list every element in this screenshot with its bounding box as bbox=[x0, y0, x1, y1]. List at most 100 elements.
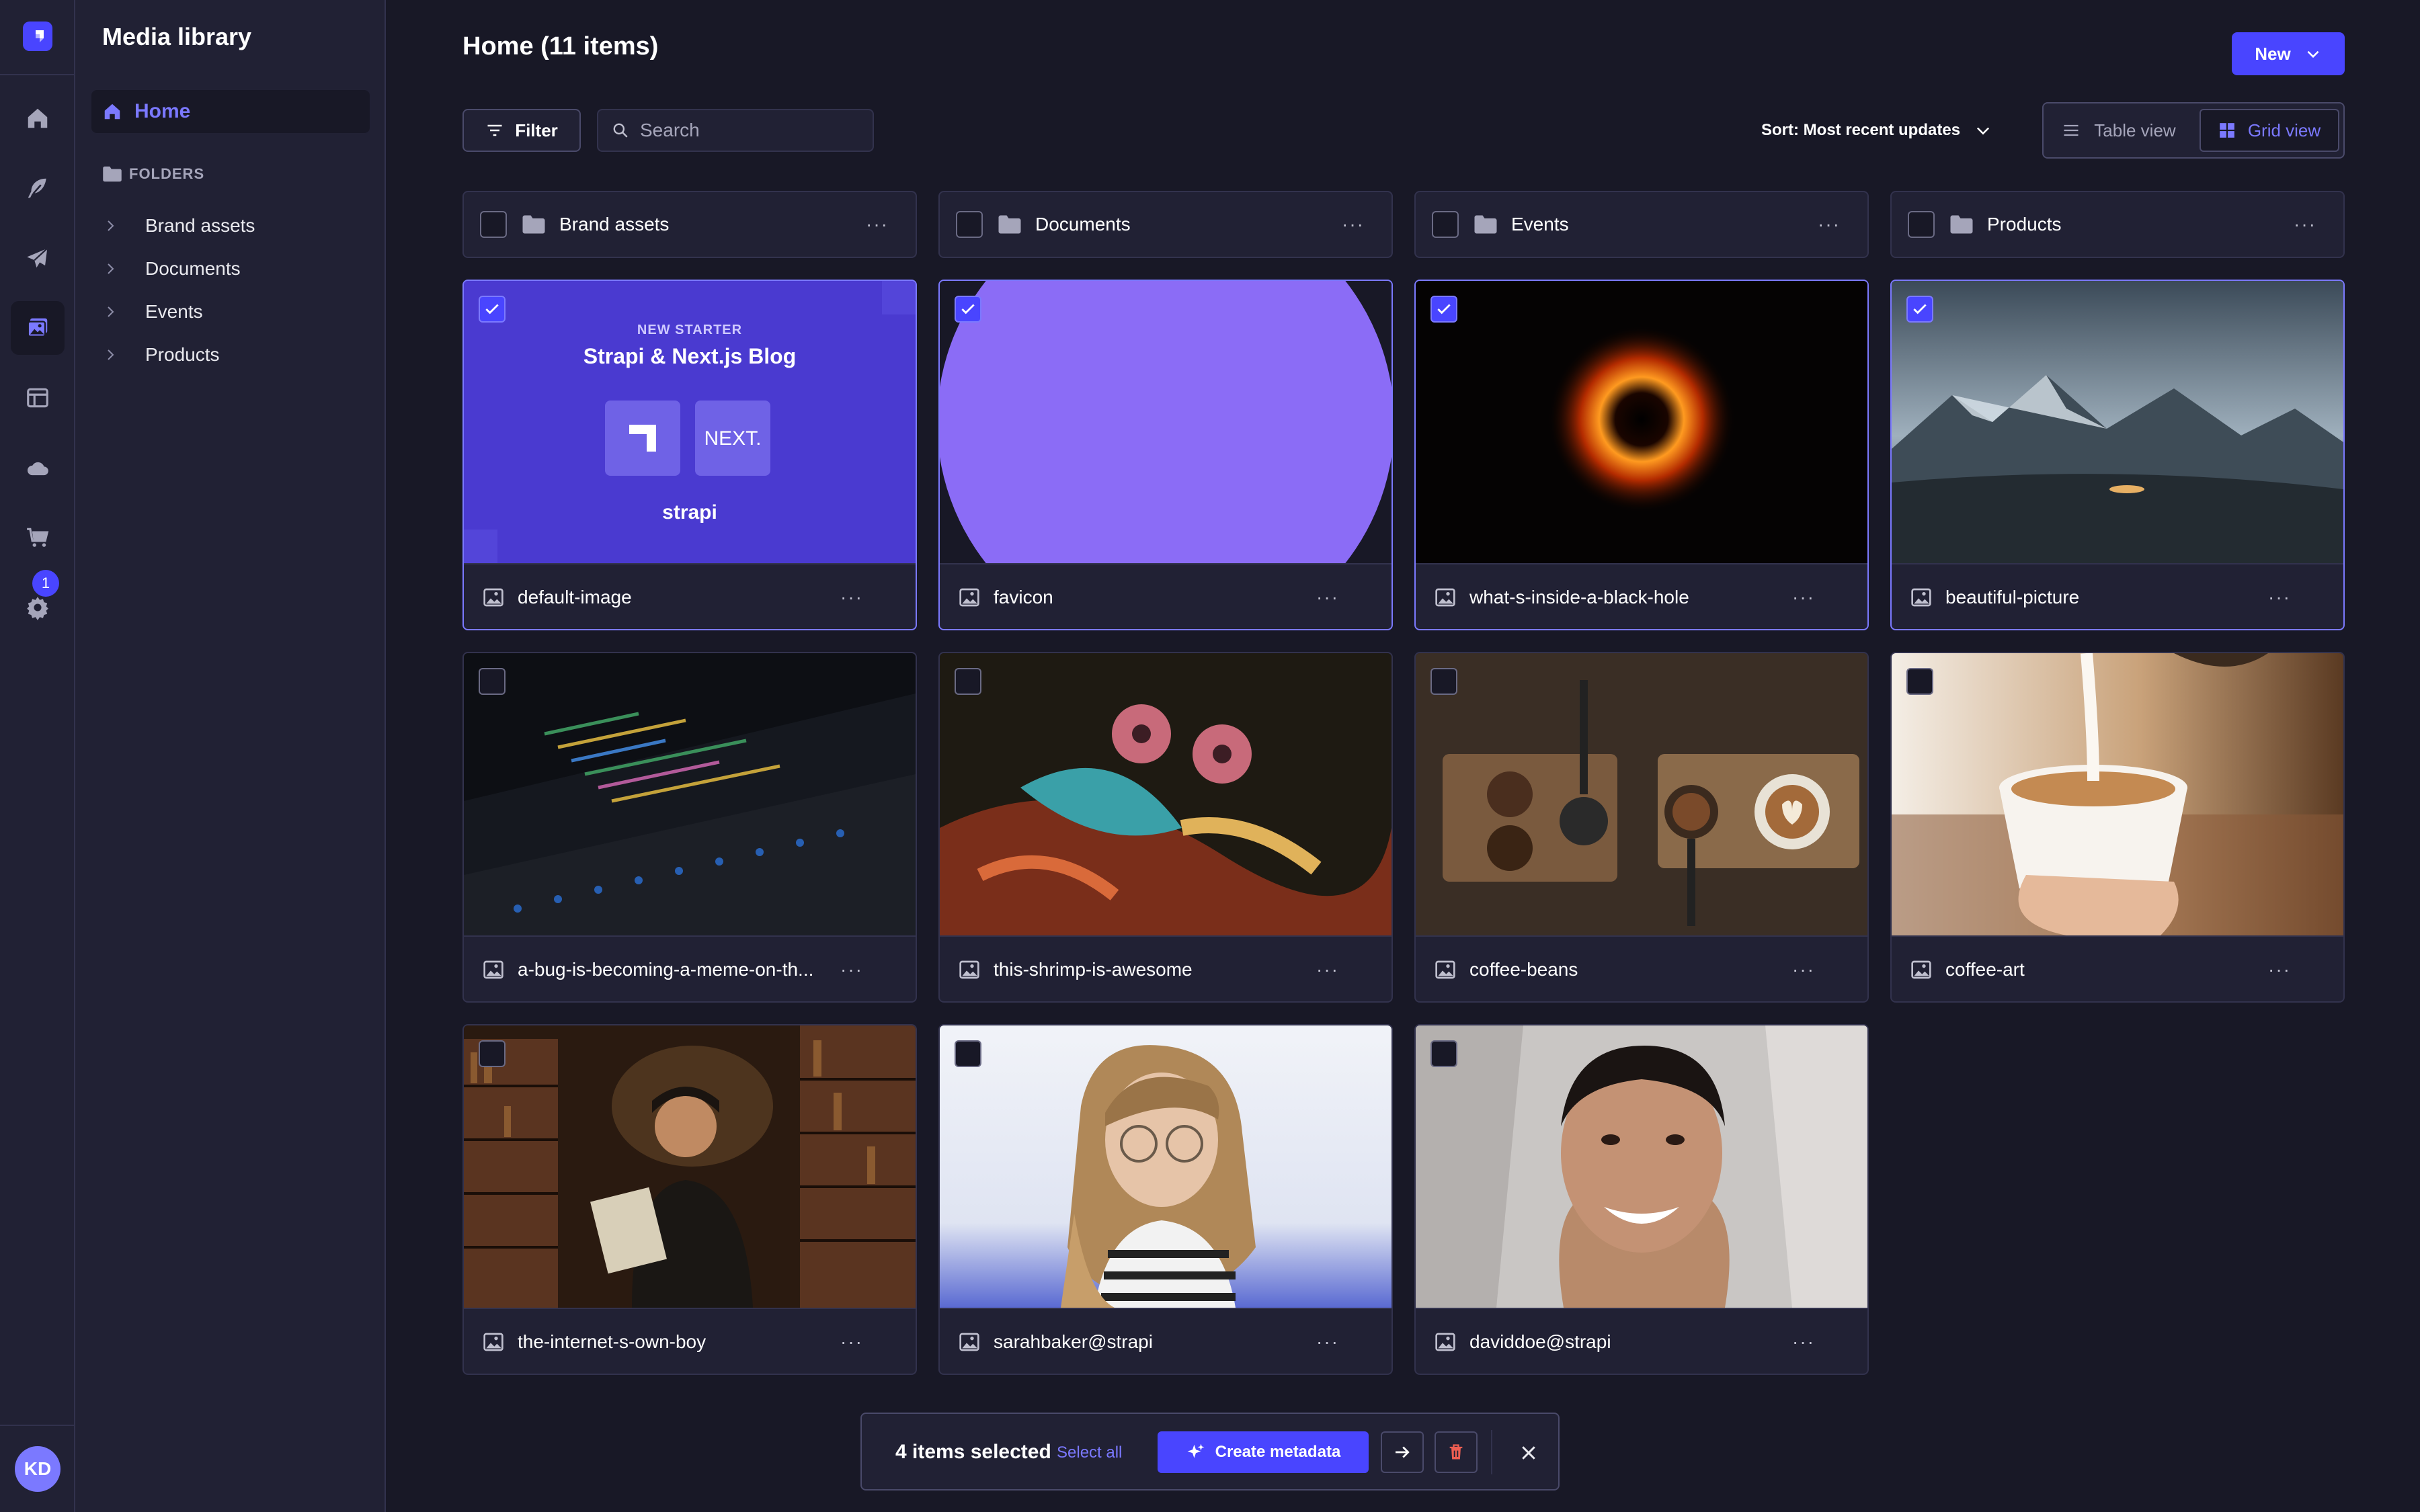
subnav-folder-products[interactable]: Products bbox=[102, 339, 220, 371]
nav-home[interactable] bbox=[11, 91, 65, 145]
asset-checkbox[interactable] bbox=[1906, 668, 1933, 695]
more-options-icon[interactable]: ··· bbox=[1792, 1331, 1815, 1353]
asset-card[interactable]: coffee-beans ··· bbox=[1414, 652, 1869, 1003]
more-options-icon[interactable]: ··· bbox=[866, 214, 889, 235]
folder-card[interactable]: Events ··· bbox=[1414, 191, 1869, 258]
nav-marketplace[interactable] bbox=[11, 511, 65, 564]
grid-view-button[interactable]: Grid view bbox=[2200, 109, 2339, 152]
move-button[interactable] bbox=[1381, 1431, 1424, 1473]
asset-thumbnail[interactable] bbox=[1416, 1025, 1867, 1308]
subnav-title: Media library bbox=[102, 23, 252, 50]
folder-card[interactable]: Documents ··· bbox=[938, 191, 1393, 258]
create-metadata-button[interactable]: Create metadata bbox=[1158, 1431, 1369, 1473]
asset-checkbox[interactable] bbox=[955, 668, 981, 695]
asset-thumbnail[interactable] bbox=[1892, 653, 2343, 935]
asset-checkbox[interactable] bbox=[479, 1040, 506, 1067]
asset-thumbnail[interactable] bbox=[1416, 653, 1867, 935]
more-options-icon[interactable]: ··· bbox=[1792, 959, 1815, 980]
nav-media-library[interactable] bbox=[11, 301, 65, 355]
sparkle-icon bbox=[1187, 1443, 1205, 1458]
asset-thumbnail[interactable] bbox=[464, 653, 916, 935]
nav-content-manager[interactable] bbox=[11, 161, 65, 215]
asset-name: daviddoe@strapi bbox=[1469, 1331, 1611, 1352]
nav-deploy[interactable] bbox=[11, 231, 65, 285]
select-all-link[interactable]: Select all bbox=[1057, 1443, 1122, 1462]
folder-name: Documents bbox=[1035, 214, 1131, 235]
more-options-icon[interactable]: ··· bbox=[1342, 214, 1365, 235]
asset-checkbox[interactable] bbox=[1430, 668, 1457, 695]
folder-checkbox[interactable] bbox=[480, 211, 507, 238]
asset-thumbnail[interactable] bbox=[464, 1025, 916, 1308]
asset-card[interactable]: NEW STARTER Strapi & Next.js Blog NEXT. … bbox=[462, 280, 917, 630]
folder-checkbox[interactable] bbox=[1432, 211, 1459, 238]
asset-card[interactable]: beautiful-picture ··· bbox=[1890, 280, 2345, 630]
asset-meta: daviddoe@strapi ··· bbox=[1416, 1308, 1867, 1374]
filter-button[interactable]: Filter bbox=[462, 109, 581, 152]
more-options-icon[interactable]: ··· bbox=[2268, 587, 2291, 608]
list-icon bbox=[2064, 124, 2079, 136]
close-icon[interactable] bbox=[1513, 1437, 1545, 1469]
more-options-icon[interactable]: ··· bbox=[1316, 959, 1339, 980]
more-options-icon[interactable]: ··· bbox=[1316, 587, 1339, 608]
search-input[interactable] bbox=[640, 120, 862, 141]
new-button-label: New bbox=[2255, 43, 2291, 64]
subnav-item-home[interactable]: Home bbox=[91, 90, 370, 133]
asset-thumbnail[interactable] bbox=[1892, 281, 2343, 563]
more-options-icon[interactable]: ··· bbox=[1792, 587, 1815, 608]
asset-thumbnail[interactable] bbox=[1416, 281, 1867, 563]
more-options-icon[interactable]: ··· bbox=[1818, 214, 1841, 235]
folder-icon bbox=[1474, 215, 1497, 234]
asset-thumbnail[interactable]: NEW STARTER Strapi & Next.js Blog NEXT. … bbox=[464, 281, 916, 563]
asset-card[interactable]: the-internet-s-own-boy ··· bbox=[462, 1024, 917, 1375]
asset-card[interactable]: daviddoe@strapi ··· bbox=[1414, 1024, 1869, 1375]
nav-cloud[interactable] bbox=[11, 441, 65, 495]
subnav-folder-documents[interactable]: Documents bbox=[102, 253, 241, 285]
asset-meta: sarahbaker@strapi ··· bbox=[940, 1308, 1392, 1374]
new-button[interactable]: New bbox=[2232, 32, 2345, 75]
more-options-icon[interactable]: ··· bbox=[2294, 214, 2316, 235]
asset-thumbnail[interactable] bbox=[940, 281, 1392, 563]
subnav-folder-events[interactable]: Events bbox=[102, 296, 203, 328]
arrow-right-icon bbox=[1396, 1446, 1410, 1458]
asset-card[interactable]: coffee-art ··· bbox=[1890, 652, 2345, 1003]
asset-checkbox[interactable] bbox=[955, 1040, 981, 1067]
asset-checkbox[interactable] bbox=[1430, 1040, 1457, 1067]
asset-checkbox[interactable] bbox=[1906, 296, 1933, 323]
thumb-next-logo: NEXT. bbox=[704, 427, 762, 450]
asset-card[interactable]: a-bug-is-becoming-a-meme-on-th... ··· bbox=[462, 652, 917, 1003]
folder-card[interactable]: Products ··· bbox=[1890, 191, 2345, 258]
home-icon bbox=[104, 103, 120, 120]
folder-card[interactable]: Brand assets ··· bbox=[462, 191, 917, 258]
subnav-folder-label: Documents bbox=[145, 258, 241, 279]
asset-checkbox[interactable] bbox=[479, 668, 506, 695]
asset-card[interactable]: favicon ··· bbox=[938, 280, 1393, 630]
folders-header-label: FOLDERS bbox=[129, 165, 205, 182]
asset-thumbnail[interactable] bbox=[940, 653, 1392, 935]
user-avatar[interactable]: KD bbox=[15, 1446, 61, 1492]
asset-card[interactable]: sarahbaker@strapi ··· bbox=[938, 1024, 1393, 1375]
asset-checkbox[interactable] bbox=[955, 296, 981, 323]
folder-checkbox[interactable] bbox=[956, 211, 983, 238]
subnav-folder-brand-assets[interactable]: Brand assets bbox=[102, 210, 255, 242]
asset-thumbnail[interactable] bbox=[940, 1025, 1392, 1308]
more-options-icon[interactable]: ··· bbox=[2268, 959, 2291, 980]
folder-checkbox[interactable] bbox=[1908, 211, 1935, 238]
more-options-icon[interactable]: ··· bbox=[840, 1331, 863, 1353]
delete-button[interactable] bbox=[1435, 1431, 1478, 1473]
nav-content-type-builder[interactable] bbox=[11, 371, 65, 425]
asset-card[interactable]: this-shrimp-is-awesome ··· bbox=[938, 652, 1393, 1003]
asset-meta: coffee-beans ··· bbox=[1416, 935, 1867, 1001]
asset-checkbox[interactable] bbox=[479, 296, 506, 323]
strapi-logo-icon[interactable] bbox=[23, 22, 52, 51]
chevron-right-icon bbox=[108, 263, 114, 274]
more-options-icon[interactable]: ··· bbox=[840, 587, 863, 608]
more-options-icon[interactable]: ··· bbox=[840, 959, 863, 980]
search-field[interactable] bbox=[597, 109, 874, 152]
asset-card[interactable]: what-s-inside-a-black-hole ··· bbox=[1414, 280, 1869, 630]
asset-meta: beautiful-picture ··· bbox=[1892, 563, 2343, 629]
table-view-button[interactable]: Table view bbox=[2045, 109, 2193, 152]
asset-name: this-shrimp-is-awesome bbox=[994, 959, 1193, 980]
sort-dropdown[interactable]: Sort: Most recent updates bbox=[1761, 116, 1992, 145]
asset-checkbox[interactable] bbox=[1430, 296, 1457, 323]
more-options-icon[interactable]: ··· bbox=[1316, 1331, 1339, 1353]
